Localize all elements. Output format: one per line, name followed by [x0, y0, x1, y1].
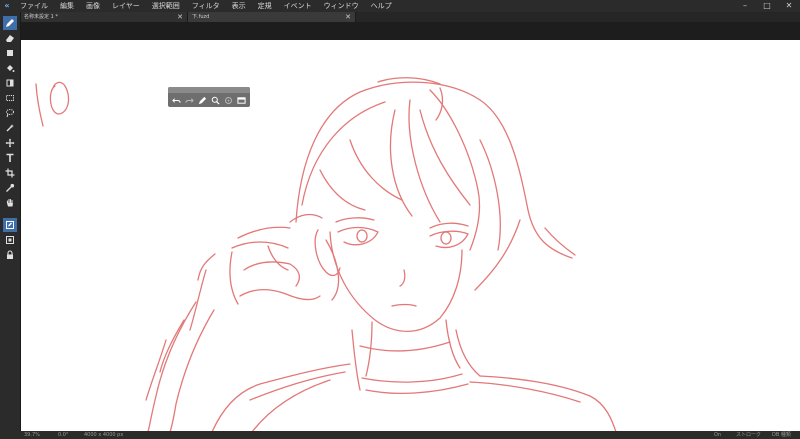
menu-help[interactable]: ヘルプ	[365, 0, 398, 12]
rotation-angle[interactable]: 0.0°	[58, 431, 68, 439]
minimize-button[interactable]: –	[734, 0, 756, 12]
zoom-level[interactable]: 39.7%	[24, 431, 40, 439]
status-bar: 39.7% 0.0° 4000 x 4000 px On ストローク DB 種類	[0, 431, 800, 439]
rotate-icon[interactable]	[223, 95, 234, 106]
fit-window-icon[interactable]	[236, 95, 247, 106]
floating-toolbar-grip[interactable]	[168, 87, 250, 93]
tab-label: 名称未設定 1 *	[24, 14, 58, 20]
redo-icon[interactable]	[184, 95, 195, 106]
lasso-tool-icon[interactable]	[3, 106, 17, 120]
canvas-size: 4000 x 4000 px	[84, 432, 124, 438]
fill-bucket-icon[interactable]	[3, 61, 17, 75]
rectangle-tool-icon[interactable]	[3, 46, 17, 60]
menu-image[interactable]: 画像	[80, 0, 106, 12]
menu-ruler[interactable]: 定規	[252, 0, 278, 12]
menu-view[interactable]: 表示	[226, 0, 252, 12]
rect-selection-icon[interactable]	[3, 91, 17, 105]
magic-wand-icon[interactable]	[3, 121, 17, 135]
stroke-mode[interactable]: ストローク	[736, 431, 761, 439]
eraser-tool-icon[interactable]	[3, 31, 17, 45]
tab-untitled-1[interactable]: 名称未設定 1 * ✕	[20, 12, 188, 22]
gradient-tool-icon[interactable]	[3, 76, 17, 90]
close-button[interactable]: ✕	[778, 0, 800, 12]
tab-label: 下.fuzd	[192, 14, 210, 20]
pen-tool-icon[interactable]	[3, 16, 17, 30]
tool-bar	[0, 12, 21, 431]
menu-bar: « ファイル 編集 画像 レイヤー 選択範囲 フィルタ 表示 定規 イベント ウ…	[0, 0, 800, 12]
lock-icon[interactable]	[3, 248, 17, 262]
eyedropper-icon[interactable]	[3, 181, 17, 195]
zoom-icon[interactable]	[210, 95, 221, 106]
close-tab-icon[interactable]: ✕	[345, 12, 351, 22]
snap-status[interactable]: On	[714, 431, 721, 439]
menu-edit[interactable]: 編集	[54, 0, 80, 12]
move-tool-icon[interactable]	[3, 136, 17, 150]
menu-event[interactable]: イベント	[278, 0, 318, 12]
menu-selection[interactable]: 選択範囲	[146, 0, 186, 12]
sketch-drawing	[35, 77, 617, 431]
maximize-button[interactable]: □	[756, 0, 778, 12]
menu-file[interactable]: ファイル	[14, 0, 54, 12]
drawing-canvas[interactable]	[21, 40, 800, 431]
hand-tool-icon[interactable]	[3, 196, 17, 210]
menu-window[interactable]: ウィンドウ	[318, 0, 365, 12]
tab-shita[interactable]: 下.fuzd ✕	[188, 12, 356, 22]
text-tool-icon[interactable]	[3, 151, 17, 165]
canvas-top-margin	[21, 22, 800, 40]
menu-filter[interactable]: フィルタ	[186, 0, 226, 12]
layer-panel-icon[interactable]	[3, 218, 17, 232]
crop-tool-icon[interactable]	[3, 166, 17, 180]
undo-icon[interactable]	[171, 95, 182, 106]
pen-icon[interactable]	[197, 95, 208, 106]
close-tab-icon[interactable]: ✕	[177, 12, 183, 22]
app-logo-icon[interactable]: «	[0, 0, 14, 12]
menu-layer[interactable]: レイヤー	[106, 0, 146, 12]
document-tab-bar: 名称未設定 1 * ✕ 下.fuzd ✕	[20, 12, 800, 22]
floating-toolbar[interactable]	[168, 87, 250, 107]
window-controls: – □ ✕	[734, 0, 800, 12]
mode-info: DB 種類	[772, 432, 791, 438]
navigator-panel-icon[interactable]	[3, 233, 17, 247]
